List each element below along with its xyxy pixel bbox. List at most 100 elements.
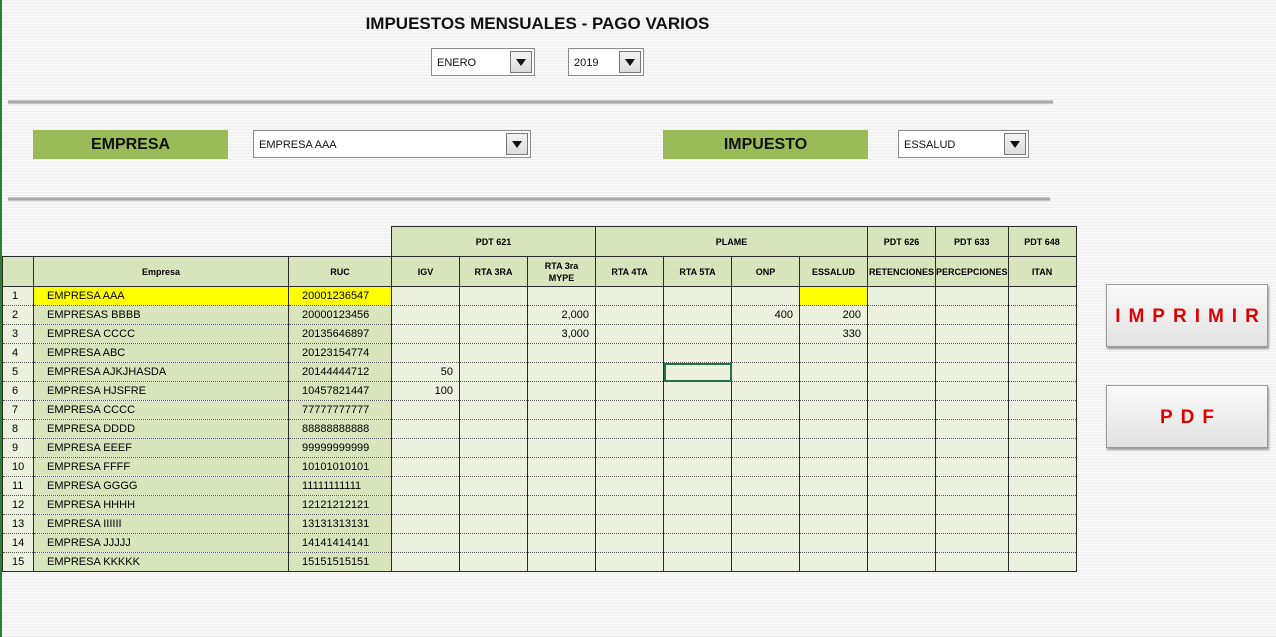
rta4ta-cell[interactable] <box>595 286 664 306</box>
empresa-cell[interactable]: EMPRESA KKKKK <box>33 552 289 572</box>
retenciones-cell[interactable] <box>867 476 936 496</box>
ruc-cell[interactable]: 12121212121 <box>288 495 392 515</box>
rta3ra-mype-cell[interactable] <box>527 343 596 363</box>
retenciones-cell[interactable] <box>867 400 936 420</box>
onp-cell[interactable] <box>731 514 800 534</box>
retenciones-cell[interactable] <box>867 514 936 534</box>
essalud-cell[interactable] <box>799 552 868 572</box>
ruc-cell[interactable]: 20123154774 <box>288 343 392 363</box>
month-dropdown[interactable]: ENERO <box>431 48 535 76</box>
rta4ta-cell[interactable] <box>595 438 664 458</box>
retenciones-cell[interactable] <box>867 286 936 306</box>
rta5ta-cell[interactable] <box>663 362 732 382</box>
rta3ra-cell[interactable] <box>459 457 528 477</box>
rta3ra-mype-cell[interactable] <box>527 476 596 496</box>
itan-cell[interactable] <box>1008 438 1077 458</box>
rta5ta-cell[interactable] <box>663 286 732 306</box>
chevron-down-icon[interactable] <box>1004 133 1026 155</box>
retenciones-cell[interactable] <box>867 533 936 553</box>
ruc-cell[interactable]: 14141414141 <box>288 533 392 553</box>
rta3ra-mype-cell[interactable] <box>527 438 596 458</box>
onp-cell[interactable] <box>731 552 800 572</box>
igv-cell[interactable] <box>391 286 460 306</box>
rta3ra-cell[interactable] <box>459 400 528 420</box>
itan-cell[interactable] <box>1008 476 1077 496</box>
onp-cell[interactable] <box>731 286 800 306</box>
percepciones-cell[interactable] <box>935 476 1009 496</box>
igv-cell[interactable] <box>391 495 460 515</box>
empresa-cell[interactable]: EMPRESA AJKJHASDA <box>33 362 289 382</box>
igv-cell[interactable] <box>391 400 460 420</box>
rta3ra-mype-cell[interactable] <box>527 495 596 515</box>
pdf-button[interactable]: PDF <box>1106 385 1268 448</box>
essalud-cell[interactable] <box>799 286 868 306</box>
onp-cell[interactable] <box>731 400 800 420</box>
empresa-dropdown[interactable]: EMPRESA AAA <box>253 130 531 158</box>
retenciones-cell[interactable] <box>867 419 936 439</box>
rta5ta-cell[interactable] <box>663 457 732 477</box>
empresa-cell[interactable]: EMPRESA GGGG <box>33 476 289 496</box>
igv-cell[interactable] <box>391 533 460 553</box>
essalud-cell[interactable] <box>799 514 868 534</box>
onp-cell[interactable] <box>731 419 800 439</box>
essalud-cell[interactable] <box>799 419 868 439</box>
rta4ta-cell[interactable] <box>595 495 664 515</box>
ruc-cell[interactable]: 77777777777 <box>288 400 392 420</box>
onp-cell[interactable] <box>731 476 800 496</box>
ruc-cell[interactable]: 13131313131 <box>288 514 392 534</box>
rta5ta-cell[interactable] <box>663 343 732 363</box>
rta5ta-cell[interactable] <box>663 514 732 534</box>
igv-cell[interactable] <box>391 514 460 534</box>
empresa-cell[interactable]: EMPRESA AAA <box>33 286 289 306</box>
percepciones-cell[interactable] <box>935 438 1009 458</box>
percepciones-cell[interactable] <box>935 533 1009 553</box>
rta3ra-mype-cell[interactable] <box>527 286 596 306</box>
chevron-down-icon[interactable] <box>506 133 528 155</box>
impuesto-dropdown[interactable]: ESSALUD <box>898 130 1029 158</box>
rta5ta-cell[interactable] <box>663 381 732 401</box>
onp-cell[interactable] <box>731 457 800 477</box>
ruc-cell[interactable]: 20001236547 <box>288 286 392 306</box>
rta4ta-cell[interactable] <box>595 305 664 325</box>
ruc-cell[interactable]: 11111111111 <box>288 476 392 496</box>
essalud-cell[interactable] <box>799 381 868 401</box>
itan-cell[interactable] <box>1008 400 1077 420</box>
empresa-cell[interactable]: EMPRESA EEEF <box>33 438 289 458</box>
onp-cell[interactable] <box>731 495 800 515</box>
rta3ra-cell[interactable] <box>459 514 528 534</box>
rta4ta-cell[interactable] <box>595 343 664 363</box>
empresa-cell[interactable]: EMPRESA DDDD <box>33 419 289 439</box>
rta5ta-cell[interactable] <box>663 438 732 458</box>
ruc-cell[interactable]: 88888888888 <box>288 419 392 439</box>
rta3ra-cell[interactable] <box>459 324 528 344</box>
onp-cell[interactable] <box>731 533 800 553</box>
rta5ta-cell[interactable] <box>663 419 732 439</box>
itan-cell[interactable] <box>1008 533 1077 553</box>
rta3ra-cell[interactable] <box>459 495 528 515</box>
percepciones-cell[interactable] <box>935 362 1009 382</box>
percepciones-cell[interactable] <box>935 552 1009 572</box>
itan-cell[interactable] <box>1008 381 1077 401</box>
igv-cell[interactable] <box>391 305 460 325</box>
itan-cell[interactable] <box>1008 362 1077 382</box>
year-dropdown[interactable]: 2019 <box>568 48 644 76</box>
igv-cell[interactable] <box>391 552 460 572</box>
rta3ra-mype-cell[interactable] <box>527 552 596 572</box>
percepciones-cell[interactable] <box>935 400 1009 420</box>
rta3ra-mype-cell[interactable]: 2,000 <box>527 305 596 325</box>
retenciones-cell[interactable] <box>867 438 936 458</box>
chevron-down-icon[interactable] <box>619 51 641 73</box>
retenciones-cell[interactable] <box>867 381 936 401</box>
rta4ta-cell[interactable] <box>595 457 664 477</box>
rta5ta-cell[interactable] <box>663 324 732 344</box>
rta5ta-cell[interactable] <box>663 305 732 325</box>
onp-cell[interactable] <box>731 362 800 382</box>
empresa-cell[interactable]: EMPRESA JJJJJ <box>33 533 289 553</box>
empresa-cell[interactable]: EMPRESA FFFF <box>33 457 289 477</box>
empresa-cell[interactable]: EMPRESA HJSFRE <box>33 381 289 401</box>
ruc-cell[interactable]: 99999999999 <box>288 438 392 458</box>
essalud-cell[interactable] <box>799 400 868 420</box>
essalud-cell[interactable] <box>799 495 868 515</box>
rta3ra-mype-cell[interactable] <box>527 533 596 553</box>
essalud-cell[interactable]: 330 <box>799 324 868 344</box>
